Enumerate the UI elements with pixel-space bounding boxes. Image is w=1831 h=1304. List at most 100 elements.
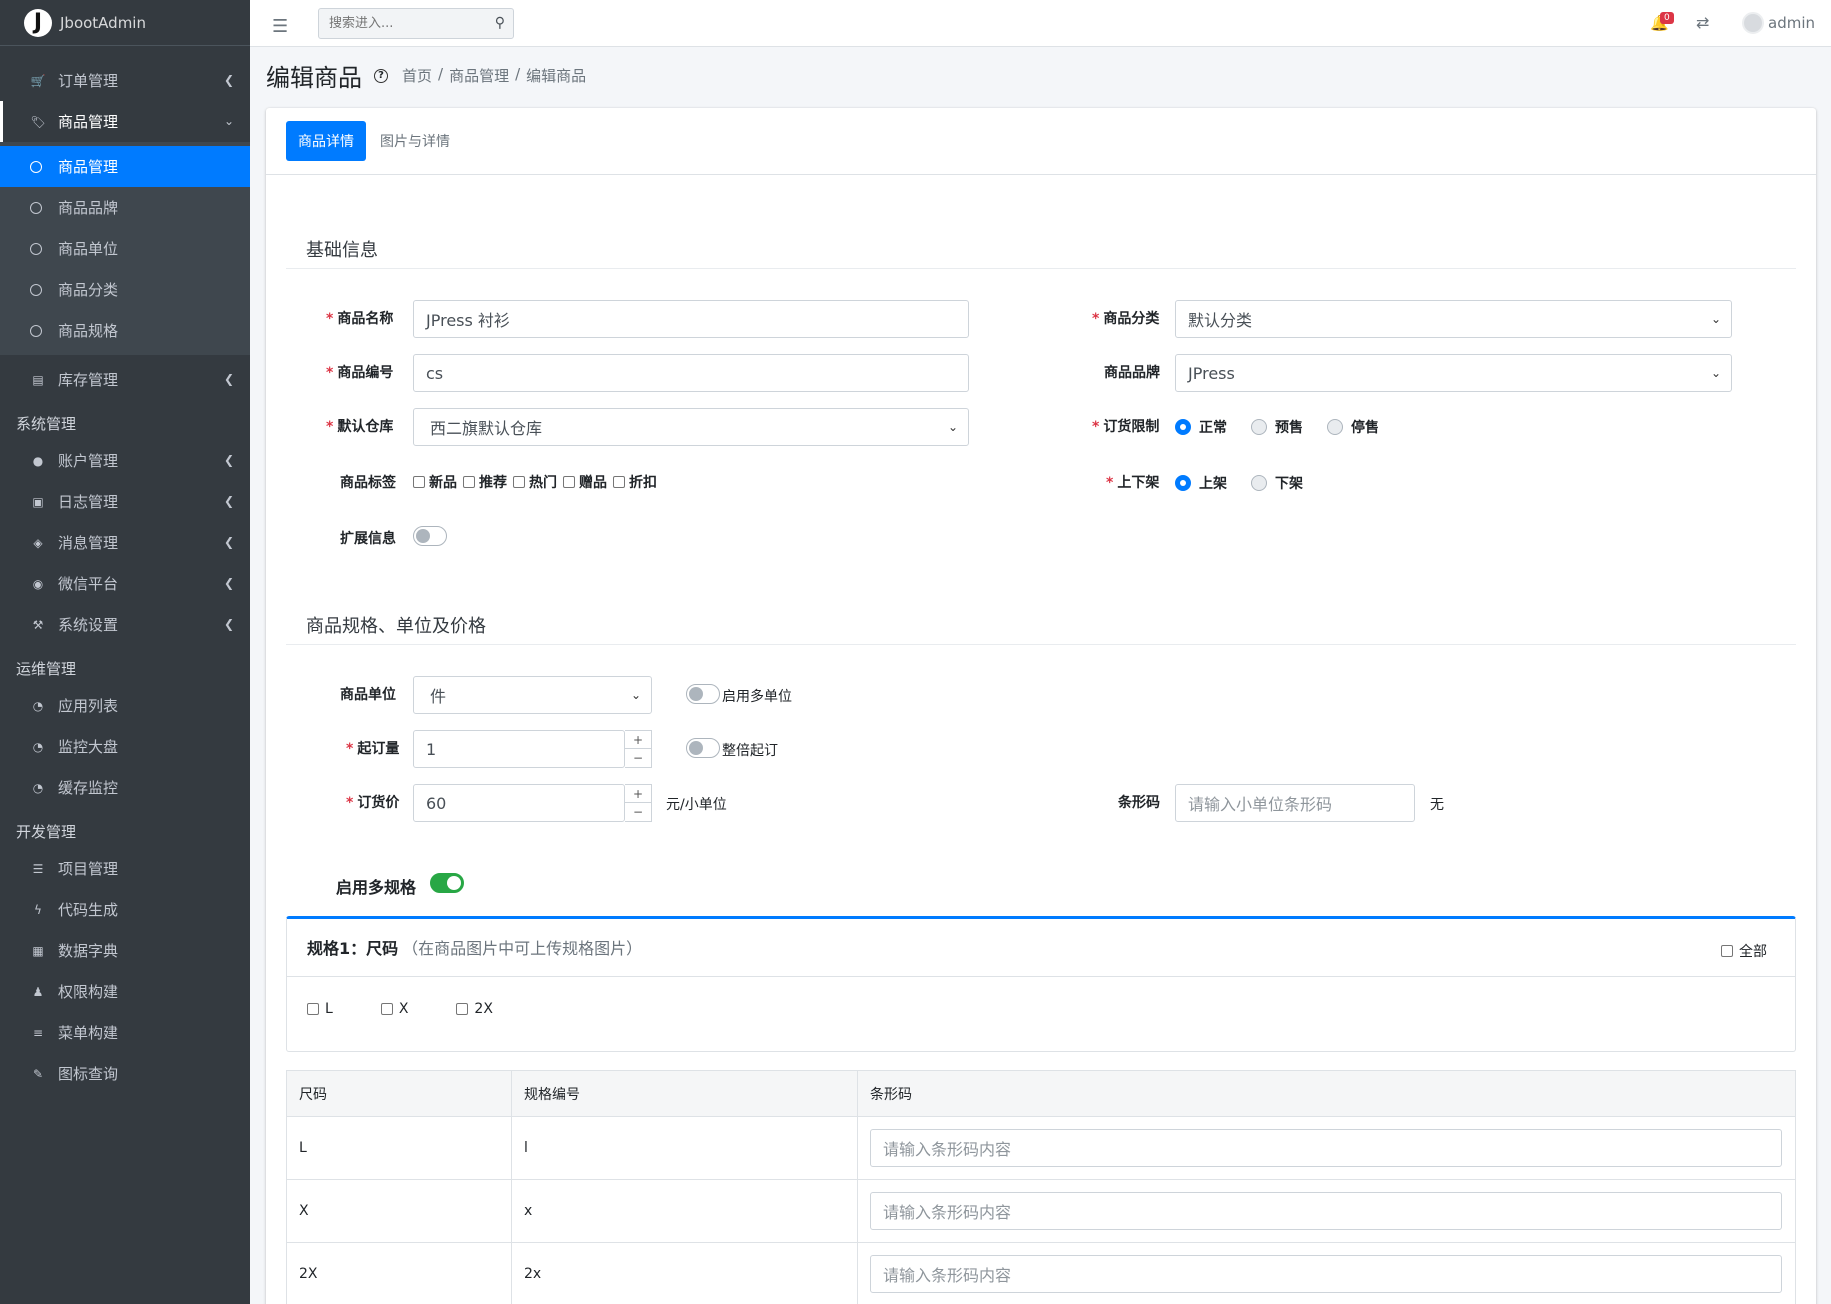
limit-stopped[interactable]: 停售	[1327, 417, 1379, 437]
moq-stepper[interactable]: + −	[625, 730, 652, 768]
limit-presale[interactable]: 预售	[1251, 417, 1303, 437]
price-input[interactable]: 60	[413, 784, 625, 822]
tag-new[interactable]: 新品	[413, 472, 457, 492]
sidebar-item-orders[interactable]: 🛒 订单管理 ❮	[0, 60, 250, 101]
breadcrumb-products[interactable]: 商品管理	[449, 65, 509, 86]
sidebar-subitem-products[interactable]: 商品管理	[0, 146, 250, 187]
dashboard-icon: ◔	[32, 739, 44, 754]
checkbox[interactable]	[456, 1003, 469, 1015]
tag-gift[interactable]: 赠品	[563, 472, 607, 492]
checkbox[interactable]	[1721, 945, 1733, 957]
multiple-order-toggle[interactable]	[686, 738, 720, 758]
sidebar-item-messages[interactable]: ◈ 消息管理 ❮	[0, 522, 250, 563]
sidebar-item-cache[interactable]: ◔ 缓存监控	[0, 767, 250, 808]
tab-images-details[interactable]: 图片与详情	[368, 121, 462, 161]
warehouse-select[interactable]: 西二旗默认仓库 ⌄	[413, 408, 969, 446]
unit-select[interactable]: 件 ⌄	[413, 676, 652, 714]
product-code-input[interactable]: cs	[413, 354, 969, 392]
checkbox[interactable]	[563, 476, 575, 488]
price-stepper[interactable]: + −	[625, 784, 652, 822]
plus-icon[interactable]: +	[625, 785, 651, 803]
barcode-content-input[interactable]: 请输入条形码内容	[870, 1129, 1782, 1167]
minus-icon[interactable]: −	[625, 803, 651, 821]
breadcrumb-home[interactable]: 首页	[402, 65, 432, 86]
radio-button[interactable]	[1175, 419, 1191, 435]
spec-option-2x[interactable]: 2X	[456, 1001, 493, 1017]
spec-options: L X 2X	[307, 1001, 541, 1017]
moq-input[interactable]: 1	[413, 730, 625, 768]
chevron-down-icon: ⌄	[223, 114, 234, 128]
tag-recommend[interactable]: 推荐	[463, 472, 507, 492]
product-name-input[interactable]: JPress 衬衫	[413, 300, 969, 338]
sidebar-item-permissions[interactable]: ♟ 权限构建	[0, 971, 250, 1012]
spec-option-x[interactable]: X	[380, 1001, 408, 1017]
sidebar-item-wechat[interactable]: ◉ 微信平台 ❮	[0, 563, 250, 604]
sidebar-item-dict[interactable]: ▦ 数据字典	[0, 930, 250, 971]
sidebar-subitem-specs[interactable]: 商品规格	[0, 310, 250, 351]
sidebar-item-icons[interactable]: ✎ 图标查询	[0, 1053, 250, 1094]
checkbox[interactable]	[307, 1003, 319, 1015]
multi-spec-toggle[interactable]	[430, 873, 464, 893]
checkbox[interactable]	[613, 476, 625, 488]
barcode-content-input[interactable]: 请输入条形码内容	[870, 1255, 1782, 1293]
tab-product-details[interactable]: 商品详情	[286, 121, 366, 161]
sidebar-subitem-units[interactable]: 商品单位	[0, 228, 250, 269]
checkbox[interactable]	[413, 476, 425, 488]
ext-label: 扩展信息	[340, 531, 396, 547]
chevron-left-icon: ❮	[223, 494, 234, 508]
brand[interactable]: J JbootAdmin	[0, 0, 250, 46]
sidebar-item-projects[interactable]: ☰ 项目管理	[0, 848, 250, 889]
sidebar-item-accounts[interactable]: ● 账户管理 ❮	[0, 440, 250, 481]
checkbox[interactable]	[463, 476, 475, 488]
nav-header-dev: 开发管理	[16, 823, 77, 841]
sidebar-item-products[interactable]: 🏷 商品管理 ⌄	[0, 101, 250, 142]
sidebar-item-monitor[interactable]: ◔ 监控大盘	[0, 726, 250, 767]
checkbox[interactable]	[513, 476, 525, 488]
hamburger-icon[interactable]: ☰	[272, 16, 288, 37]
radio-button[interactable]	[1251, 419, 1267, 435]
help-icon[interactable]: ?	[374, 68, 388, 83]
sidebar-item-inventory[interactable]: ▤ 库存管理 ❮	[0, 359, 250, 400]
tag-discount[interactable]: 折扣	[613, 472, 657, 492]
search-icon[interactable]: ⚲	[495, 15, 505, 31]
category-select[interactable]: 默认分类 ⌄	[1175, 300, 1732, 338]
select-all[interactable]: 全部	[1721, 941, 1767, 961]
limit-normal[interactable]: 正常	[1175, 417, 1227, 437]
sidebar-subitem-brands[interactable]: 商品品牌	[0, 187, 250, 228]
sidebar-item-codegen[interactable]: ϟ 代码生成	[0, 889, 250, 930]
barcode-content-input[interactable]: 请输入条形码内容	[870, 1192, 1782, 1230]
checkbox[interactable]	[380, 1003, 393, 1015]
minus-icon[interactable]: −	[625, 749, 651, 767]
chevron-left-icon: ❮	[223, 73, 234, 87]
sidebar-item-settings[interactable]: ⚒ 系统设置 ❮	[0, 604, 250, 645]
sidebar: J JbootAdmin 🛒 订单管理 ❮ 🏷 商品管理 ⌄ 商品管理 商品品牌…	[0, 0, 250, 1304]
sidebar-item-logs[interactable]: ▣ 日志管理 ❮	[0, 481, 250, 522]
radio-button[interactable]	[1327, 419, 1343, 435]
radio-button[interactable]	[1175, 475, 1191, 491]
multi-unit-toggle[interactable]	[686, 684, 720, 704]
price-label: * 订货价	[346, 795, 400, 811]
list-icon: ≡	[32, 1025, 44, 1040]
sidebar-item-apps[interactable]: ◔ 应用列表	[0, 685, 250, 726]
radio-button[interactable]	[1251, 475, 1267, 491]
spec-option-l[interactable]: L	[307, 1001, 333, 1017]
bolt-icon: ϟ	[34, 902, 42, 917]
shelf-on[interactable]: 上架	[1175, 473, 1227, 493]
plus-icon[interactable]: +	[625, 731, 651, 749]
shuffle-icon[interactable]: ⇄	[1696, 13, 1709, 32]
shelf-off[interactable]: 下架	[1251, 473, 1303, 493]
tag-hot[interactable]: 热门	[513, 472, 557, 492]
divider	[286, 644, 1796, 645]
page-title: 编辑商品	[266, 64, 362, 92]
spec-table: 尺码 规格编号 条形码 L l 请输入条形码内容 X x 请输入条形码内容 2X…	[286, 1070, 1796, 1304]
brand-select[interactable]: JPress ⌄	[1175, 354, 1732, 392]
tab-bar: 商品详情 图片与详情	[266, 108, 1816, 175]
sidebar-subitem-categories[interactable]: 商品分类	[0, 269, 250, 310]
spec-title: 规格1：尺码 （在商品图片中可上传规格图片）	[307, 939, 643, 958]
user-menu[interactable]: admin	[1742, 12, 1815, 34]
barcode-input[interactable]: 请输入小单位条形码	[1175, 784, 1415, 822]
search-input[interactable]	[319, 9, 479, 38]
sidebar-item-menus[interactable]: ≡ 菜单构建	[0, 1012, 250, 1053]
ext-info-toggle[interactable]	[413, 526, 447, 546]
bell-icon[interactable]: 🔔 0	[1650, 12, 1674, 32]
